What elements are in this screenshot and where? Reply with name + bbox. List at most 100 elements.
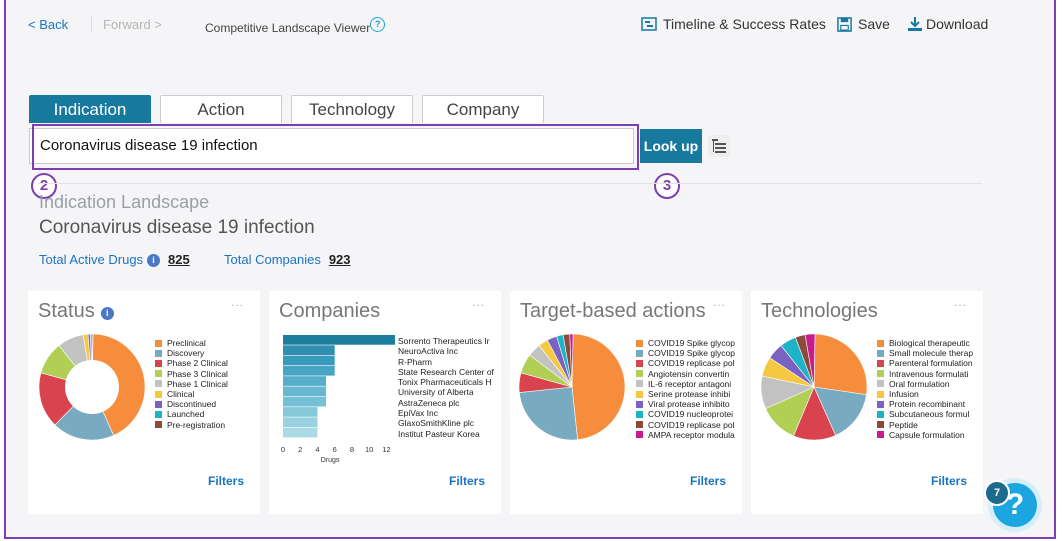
- landscape-heading: Indication Landscape: [39, 192, 210, 212]
- forward-link[interactable]: Forward >: [103, 17, 162, 32]
- tab-indication[interactable]: Indication: [29, 95, 151, 123]
- legend-swatch: [877, 400, 884, 408]
- legend-item[interactable]: Small molecule therap: [877, 348, 977, 358]
- targets-legend: COVID19 Spike glycop COVID19 Spike glycop…: [636, 338, 736, 474]
- legend-item[interactable]: Intravenous formulati: [877, 369, 977, 379]
- legend-item[interactable]: COVID19 replicase pol: [636, 420, 736, 430]
- company-label[interactable]: R-Pharm: [398, 357, 494, 367]
- card-menu-dots[interactable]: ...: [231, 295, 244, 309]
- companies-filters-link[interactable]: Filters: [449, 474, 485, 488]
- bar[interactable]: [283, 345, 335, 355]
- legend-item[interactable]: AMPA receptor modula: [636, 430, 736, 440]
- legend-item[interactable]: Serine protease inhibi: [636, 389, 736, 399]
- timeline-icon: [641, 17, 657, 31]
- legend-item[interactable]: Discovery: [155, 348, 250, 358]
- legend-label: Phase 3 Clinical: [167, 368, 228, 379]
- legend-item[interactable]: Viral protease inhibito: [636, 399, 736, 409]
- x-tick-label: 0: [281, 445, 285, 454]
- download-label: Download: [926, 16, 989, 32]
- company-label[interactable]: GlaxoSmithKline plc: [398, 418, 494, 428]
- technologies-filters-link[interactable]: Filters: [931, 474, 967, 488]
- legend-item[interactable]: Discontinued: [155, 399, 250, 409]
- x-tick-label: 4: [315, 445, 319, 454]
- card-menu-dots[interactable]: ...: [954, 295, 967, 309]
- bar[interactable]: [283, 335, 395, 345]
- companies-value[interactable]: 923: [329, 252, 351, 267]
- status-donut-chart: [38, 333, 146, 441]
- company-label[interactable]: EpiVax Inc: [398, 408, 494, 418]
- lookup-button[interactable]: Look up: [640, 129, 702, 163]
- legend-item[interactable]: Pre-registration: [155, 420, 250, 430]
- back-link[interactable]: < Back: [28, 17, 68, 32]
- pie-slice[interactable]: [813, 333, 868, 396]
- app-title: Competitive Landscape Viewer?: [205, 17, 386, 35]
- timeline-button[interactable]: Timeline & Success Rates: [641, 16, 826, 32]
- company-label[interactable]: NeuroActiva Inc: [398, 346, 494, 356]
- tree-view-button[interactable]: [708, 135, 730, 157]
- bar[interactable]: [283, 386, 327, 397]
- bar[interactable]: [283, 355, 335, 366]
- pie-slice[interactable]: [571, 333, 626, 441]
- tab-technology[interactable]: Technology: [291, 95, 413, 123]
- info-icon[interactable]: i: [100, 307, 114, 320]
- bar[interactable]: [283, 365, 335, 376]
- legend-item[interactable]: Angiotensin convertin: [636, 369, 736, 379]
- download-button[interactable]: Download: [907, 16, 988, 32]
- section-divider: [38, 183, 982, 184]
- bar[interactable]: [283, 396, 327, 407]
- targets-filters-link[interactable]: Filters: [690, 474, 726, 488]
- info-icon[interactable]: i: [147, 254, 161, 267]
- legend-item[interactable]: COVID19 Spike glycop: [636, 348, 736, 358]
- legend-label: Pre-registration: [167, 419, 226, 430]
- legend-label: Subcutaneous formul: [889, 409, 970, 420]
- status-card-title: Status i: [38, 300, 114, 323]
- tab-action[interactable]: Action: [160, 95, 282, 123]
- legend-item[interactable]: Protein recombinant: [877, 399, 977, 409]
- bar[interactable]: [283, 407, 318, 417]
- legend-item[interactable]: Parenteral formulation: [877, 358, 977, 368]
- legend-item[interactable]: Biological therapeutic: [877, 338, 977, 348]
- help-circle-icon[interactable]: ?: [370, 17, 386, 32]
- company-label[interactable]: AstraZeneca plc: [398, 398, 494, 408]
- legend-item[interactable]: Phase 3 Clinical: [155, 369, 250, 379]
- legend-label: COVID19 replicase pol: [648, 358, 735, 369]
- bar[interactable]: [283, 376, 327, 386]
- card-menu-dots[interactable]: ...: [713, 295, 726, 309]
- legend-item[interactable]: Peptide: [877, 420, 977, 430]
- legend-item[interactable]: COVID19 nucleoprotei: [636, 409, 736, 419]
- legend-item[interactable]: COVID19 replicase pol: [636, 358, 736, 368]
- bar[interactable]: [283, 427, 318, 438]
- company-label[interactable]: Sorrento Therapeutics Ir: [398, 336, 494, 346]
- download-icon: [908, 17, 922, 31]
- card-menu-dots[interactable]: ...: [472, 295, 485, 309]
- x-axis-label: Drugs: [321, 457, 340, 464]
- pie-slice[interactable]: [518, 386, 578, 441]
- legend-item[interactable]: Phase 1 Clinical: [155, 379, 250, 389]
- active-drugs-value[interactable]: 825: [168, 252, 190, 267]
- legend-item[interactable]: Launched: [155, 409, 250, 419]
- legend-item[interactable]: Clinical: [155, 389, 250, 399]
- company-label[interactable]: University of Alberta: [398, 387, 494, 397]
- legend-item[interactable]: Oral formulation: [877, 379, 977, 389]
- legend-item[interactable]: Phase 2 Clinical: [155, 358, 250, 368]
- legend-item[interactable]: IL-6 receptor antagoni: [636, 379, 736, 389]
- status-title-text: Status: [38, 300, 95, 322]
- save-button[interactable]: Save: [837, 16, 890, 32]
- legend-item[interactable]: Subcutaneous formul: [877, 409, 977, 419]
- company-label[interactable]: State Research Center of: [398, 367, 494, 377]
- legend-item[interactable]: Preclinical: [155, 338, 250, 348]
- bar[interactable]: [283, 417, 318, 428]
- companies-card-title: Companies: [279, 300, 381, 322]
- legend-item[interactable]: Capsule formulation: [877, 430, 977, 440]
- legend-item[interactable]: COVID19 Spike glycop: [636, 338, 736, 348]
- technologies-pie-chart: [760, 333, 868, 441]
- legend-swatch: [877, 421, 884, 429]
- company-label[interactable]: Institut Pasteur Korea: [398, 429, 494, 439]
- legend-swatch: [636, 421, 643, 429]
- tab-company[interactable]: Company: [422, 95, 544, 123]
- legend-item[interactable]: Infusion: [877, 389, 977, 399]
- company-label[interactable]: Tonix Pharmaceuticals H: [398, 377, 494, 387]
- legend-label: Capsule formulation: [889, 429, 965, 440]
- legend-swatch: [155, 380, 162, 388]
- status-filters-link[interactable]: Filters: [208, 474, 244, 488]
